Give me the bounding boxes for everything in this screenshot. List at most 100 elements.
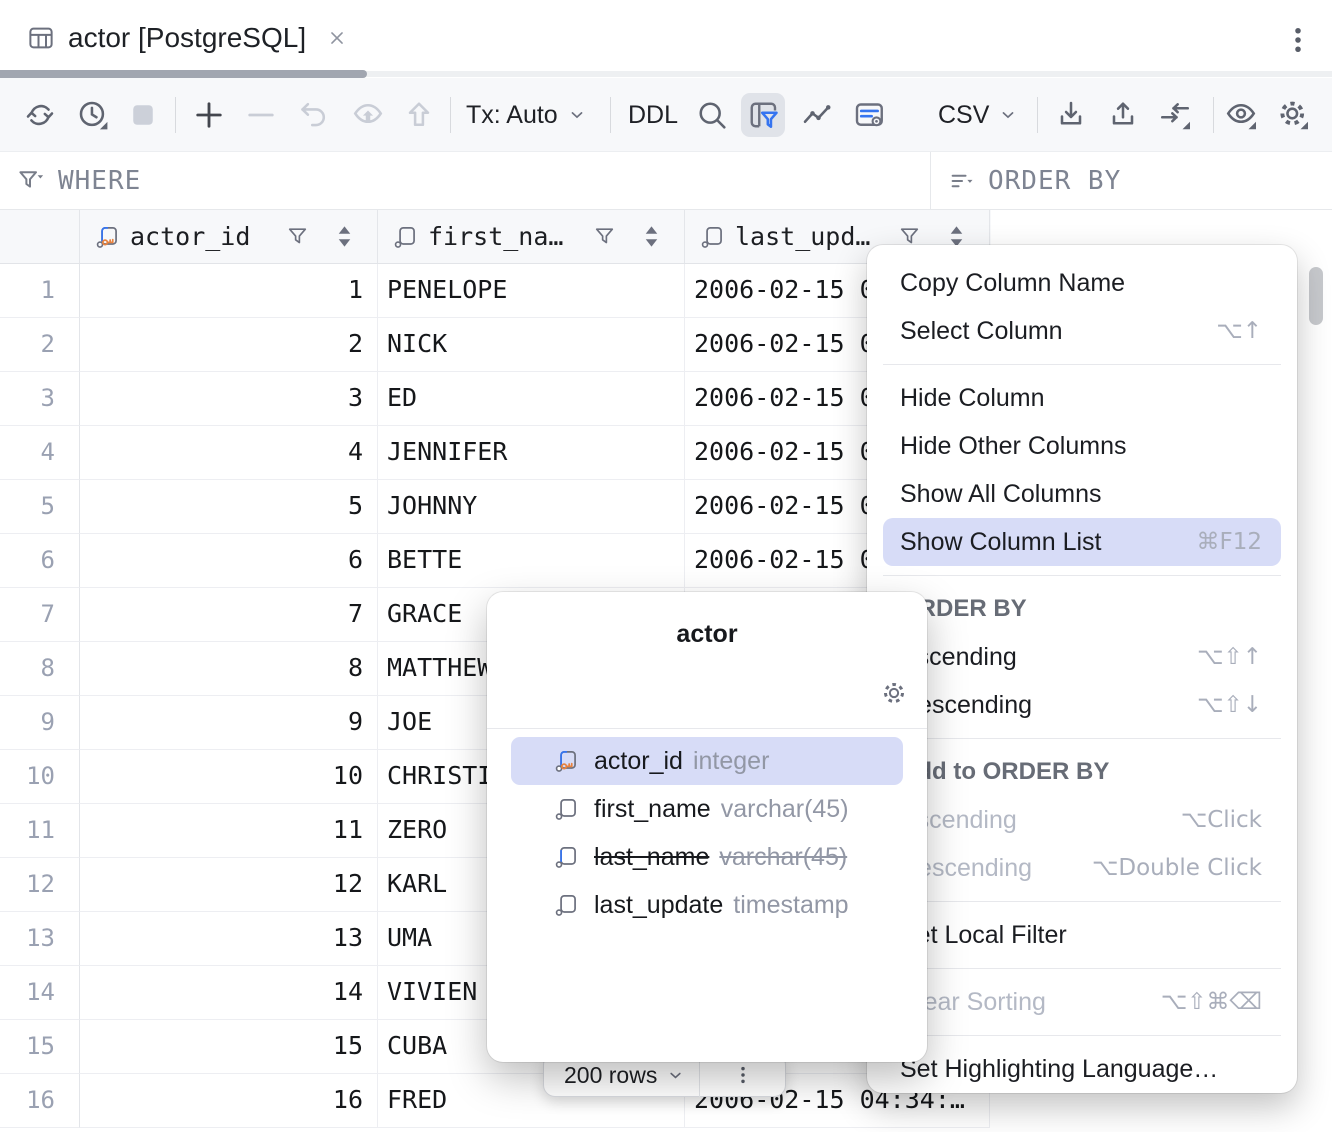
cell-actor-id[interactable]: 4 xyxy=(80,426,378,480)
cell-actor-id[interactable]: 14 xyxy=(80,966,378,1020)
refresh-button[interactable] xyxy=(18,93,62,137)
cell-actor-id[interactable]: 7 xyxy=(80,588,378,642)
cell-actor-id[interactable]: 11 xyxy=(80,804,378,858)
menu-item-ascending[interactable]: Ascending⌥⇧↑ xyxy=(867,633,1297,681)
vertical-scrollbar-thumb[interactable] xyxy=(1309,267,1323,325)
menu-item-set-highlighting-language[interactable]: Set Highlighting Language… xyxy=(867,1045,1297,1093)
column-header-first-name[interactable]: first_na… xyxy=(378,210,685,263)
settings-button[interactable] xyxy=(1271,93,1315,137)
corner-header-cell[interactable] xyxy=(0,210,80,263)
row-number[interactable]: 3 xyxy=(0,372,80,426)
tab-actor[interactable]: actor [PostgreSQL] xyxy=(26,16,348,60)
menu-item-copy-column-name[interactable]: Copy Column Name xyxy=(867,259,1297,307)
chart-button[interactable] xyxy=(795,93,839,137)
column-sort-widget[interactable] xyxy=(338,226,351,247)
row-number[interactable]: 15 xyxy=(0,1020,80,1074)
cell-actor-id[interactable]: 15 xyxy=(80,1020,378,1074)
menu-item-add-ascending[interactable]: Ascending⌥Click xyxy=(867,796,1297,844)
gear-icon xyxy=(1275,97,1311,133)
cell-actor-id[interactable]: 16 xyxy=(80,1074,378,1128)
cell-actor-id[interactable]: 1 xyxy=(80,264,378,318)
menu-item-descending[interactable]: Descending⌥⇧↓ xyxy=(867,681,1297,729)
row-number[interactable]: 11 xyxy=(0,804,80,858)
row-number[interactable]: 1 xyxy=(0,264,80,318)
preview-changes-button[interactable] xyxy=(346,93,390,137)
close-icon[interactable] xyxy=(326,27,348,49)
row-number[interactable]: 6 xyxy=(0,534,80,588)
menu-item-add-descending[interactable]: Descending⌥Double Click xyxy=(867,844,1297,892)
cell-actor-id[interactable]: 3 xyxy=(80,372,378,426)
compare-button[interactable] xyxy=(1153,93,1197,137)
cell-actor-id[interactable]: 5 xyxy=(80,480,378,534)
cell-actor-id[interactable]: 8 xyxy=(80,642,378,696)
pager-options-button[interactable] xyxy=(700,1064,785,1086)
row-number[interactable]: 2 xyxy=(0,318,80,372)
tab-title: actor [PostgreSQL] xyxy=(68,22,306,54)
cell-first-name[interactable]: BETTE xyxy=(378,534,685,588)
page-size-button[interactable] xyxy=(666,1066,685,1085)
column-icon xyxy=(553,795,581,823)
cell-actor-id[interactable]: 12 xyxy=(80,858,378,912)
stop-button[interactable] xyxy=(121,93,165,137)
export-button[interactable] xyxy=(1049,93,1093,137)
popup-item-last-update[interactable]: last_update timestamp xyxy=(511,881,903,929)
row-number[interactable]: 4 xyxy=(0,426,80,480)
popup-item-last-name-hidden[interactable]: last_name varchar(45) xyxy=(511,833,903,881)
filter-bar-separator xyxy=(930,152,931,209)
table-row: 22NICK2006-02-15 04:34:… xyxy=(0,318,991,372)
submit-button[interactable] xyxy=(397,93,441,137)
import-button[interactable] xyxy=(1101,93,1145,137)
column-filter-icon[interactable] xyxy=(285,224,310,249)
cell-actor-id[interactable]: 9 xyxy=(80,696,378,750)
popup-item-first-name[interactable]: first_name varchar(45) xyxy=(511,785,903,833)
row-number[interactable]: 10 xyxy=(0,750,80,804)
row-number[interactable]: 13 xyxy=(0,912,80,966)
cell-first-name[interactable]: PENELOPE xyxy=(378,264,685,318)
history-button[interactable] xyxy=(71,93,115,137)
tab-underline-active xyxy=(0,70,367,78)
column-header-actor-id[interactable]: actor_id xyxy=(80,210,378,263)
column-filter-icon[interactable] xyxy=(592,224,617,249)
tx-mode-button[interactable]: Tx: Auto xyxy=(466,93,587,137)
popup-settings-button[interactable] xyxy=(879,678,909,708)
row-number[interactable]: 9 xyxy=(0,696,80,750)
cell-first-name[interactable]: JENNIFER xyxy=(378,426,685,480)
ddl-button[interactable]: DDL xyxy=(628,93,678,137)
row-number[interactable]: 7 xyxy=(0,588,80,642)
cell-first-name[interactable]: ED xyxy=(378,372,685,426)
column-sort-widget[interactable] xyxy=(950,226,963,247)
cell-actor-id[interactable]: 6 xyxy=(80,534,378,588)
row-number[interactable]: 12 xyxy=(0,858,80,912)
menu-item-show-all-columns[interactable]: Show All Columns xyxy=(867,470,1297,518)
delete-row-button[interactable] xyxy=(239,93,283,137)
menu-item-set-local-filter[interactable]: Set Local Filter xyxy=(867,911,1297,959)
filter-rows-button[interactable] xyxy=(741,93,785,137)
menu-item-hide-other-columns[interactable]: Hide Other Columns xyxy=(867,422,1297,470)
cell-actor-id[interactable]: 2 xyxy=(80,318,378,372)
export-format-button[interactable]: CSV xyxy=(938,93,1018,137)
more-options-button[interactable] xyxy=(1282,22,1314,58)
where-filter-field[interactable]: WHERE xyxy=(16,152,141,209)
revert-button[interactable] xyxy=(291,93,335,137)
menu-item-hide-column[interactable]: Hide Column xyxy=(867,374,1297,422)
row-number[interactable]: 16 xyxy=(0,1074,80,1128)
order-by-field[interactable]: ORDER BY xyxy=(948,152,1121,209)
row-number[interactable]: 8 xyxy=(0,642,80,696)
cell-actor-id[interactable]: 10 xyxy=(80,750,378,804)
csv-label: CSV xyxy=(938,101,989,130)
cell-first-name[interactable]: JOHNNY xyxy=(378,480,685,534)
add-row-button[interactable] xyxy=(187,93,231,137)
view-button[interactable] xyxy=(1219,93,1263,137)
cell-actor-id[interactable]: 13 xyxy=(80,912,378,966)
menu-item-show-column-list[interactable]: Show Column List⌘F12 xyxy=(883,518,1281,566)
cell-first-name[interactable]: NICK xyxy=(378,318,685,372)
view-options-button[interactable] xyxy=(847,93,891,137)
search-button[interactable] xyxy=(690,93,734,137)
row-number[interactable]: 14 xyxy=(0,966,80,1020)
menu-item-clear-sorting[interactable]: Clear Sorting⌥⇧⌘⌫ xyxy=(867,978,1297,1026)
primary-key-column-icon xyxy=(553,747,581,775)
column-sort-widget[interactable] xyxy=(645,226,658,247)
menu-item-select-column[interactable]: Select Column⌥↑ xyxy=(867,307,1297,355)
popup-item-actor-id[interactable]: actor_id integer xyxy=(511,737,903,785)
row-number[interactable]: 5 xyxy=(0,480,80,534)
